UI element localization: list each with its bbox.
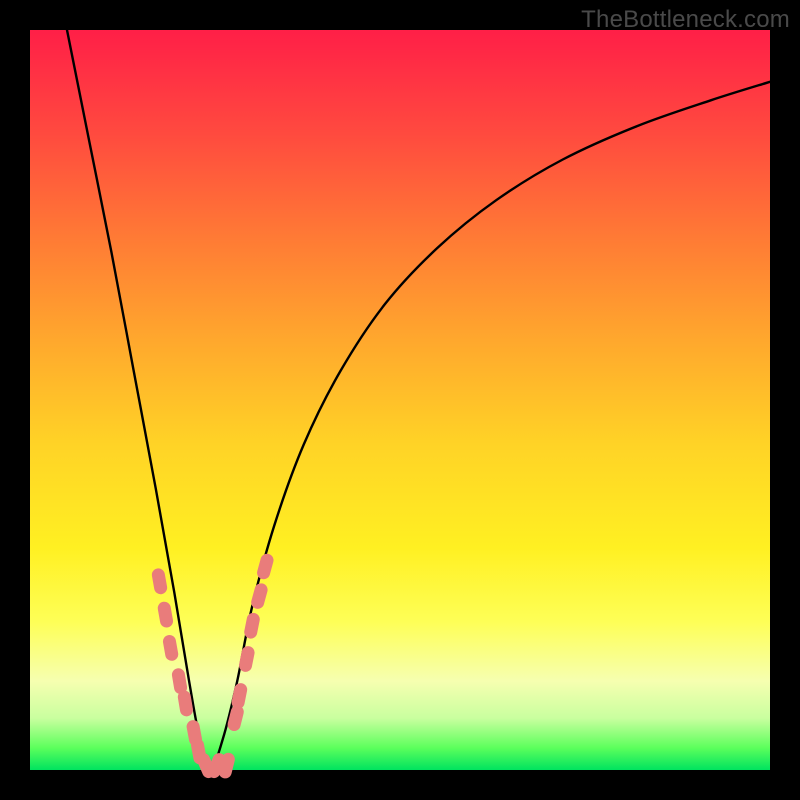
marker-capsule <box>256 552 275 581</box>
marker-capsule <box>250 582 269 611</box>
marker-capsule <box>230 682 248 710</box>
chart-frame: TheBottleneck.com <box>0 0 800 800</box>
curve-layer <box>30 30 770 770</box>
plot-area <box>30 30 770 770</box>
marker-capsule <box>151 567 168 595</box>
marker-capsule <box>157 601 174 629</box>
watermark-text: TheBottleneck.com <box>581 6 790 34</box>
marker-capsule <box>243 612 261 640</box>
marker-capsule <box>162 634 179 662</box>
marker-capsule <box>238 645 256 673</box>
highlighted-markers <box>151 552 275 780</box>
